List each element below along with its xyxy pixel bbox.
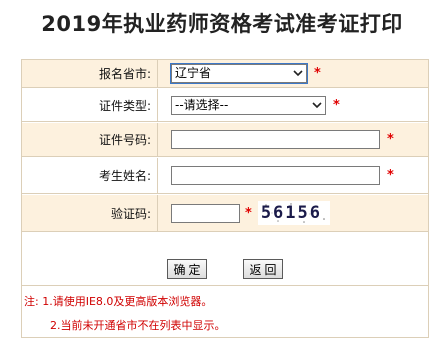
required-mark: * xyxy=(387,168,394,183)
id-type-select[interactable]: --请选择-- xyxy=(171,95,326,115)
captcha-label: 验证码: xyxy=(22,195,158,231)
note-line-2: 2.当前未开通省市不在列表中显示。 xyxy=(50,319,226,332)
name-field: * xyxy=(159,158,428,193)
id-number-input[interactable] xyxy=(171,130,380,149)
name-label: 考生姓名: xyxy=(22,158,158,193)
captcha-text: 56156 xyxy=(260,203,322,223)
province-label: 报名省市: xyxy=(22,60,158,87)
captcha-row: 验证码: * 56156 xyxy=(22,195,428,232)
province-row: 报名省市: 辽宁省 * xyxy=(22,60,428,88)
captcha-field: * 56156 xyxy=(159,195,428,231)
page-title: 2019年执业药师资格考试准考证打印 xyxy=(41,12,403,36)
required-mark: * xyxy=(333,97,340,113)
button-row: 确定 返回 xyxy=(22,232,428,286)
id-number-row: 证件号码: * xyxy=(22,123,428,157)
province-select-value: 辽宁省 xyxy=(175,66,212,80)
name-input[interactable] xyxy=(171,166,380,185)
id-type-label: 证件类型: xyxy=(22,89,158,121)
id-number-label: 证件号码: xyxy=(22,123,158,156)
id-type-field: --请选择-- * xyxy=(159,89,428,121)
captcha-image[interactable]: 56156 xyxy=(257,201,330,225)
province-select[interactable]: 辽宁省 xyxy=(170,63,308,84)
required-mark: * xyxy=(387,132,394,147)
admission-ticket-form: 报名省市: 辽宁省 * 证件类型: --请选择-- * 证件号码: * 考生姓名… xyxy=(21,59,429,338)
province-field: 辽宁省 * xyxy=(159,60,428,87)
back-button[interactable]: 返回 xyxy=(243,259,283,279)
id-number-field: * xyxy=(159,123,428,156)
required-mark: * xyxy=(245,205,252,221)
chevron-down-icon xyxy=(309,97,325,114)
name-row: 考生姓名: * xyxy=(22,158,428,194)
chevron-down-icon xyxy=(290,65,306,82)
id-type-row: 证件类型: --请选择-- * xyxy=(22,89,428,122)
captcha-input[interactable] xyxy=(171,203,240,223)
note-line-1: 注: 1.请使用IE8.0及更高版本浏览器。 xyxy=(24,295,213,308)
id-type-select-value: --请选择-- xyxy=(175,97,229,112)
required-mark: * xyxy=(314,66,321,81)
confirm-button[interactable]: 确定 xyxy=(167,259,207,279)
